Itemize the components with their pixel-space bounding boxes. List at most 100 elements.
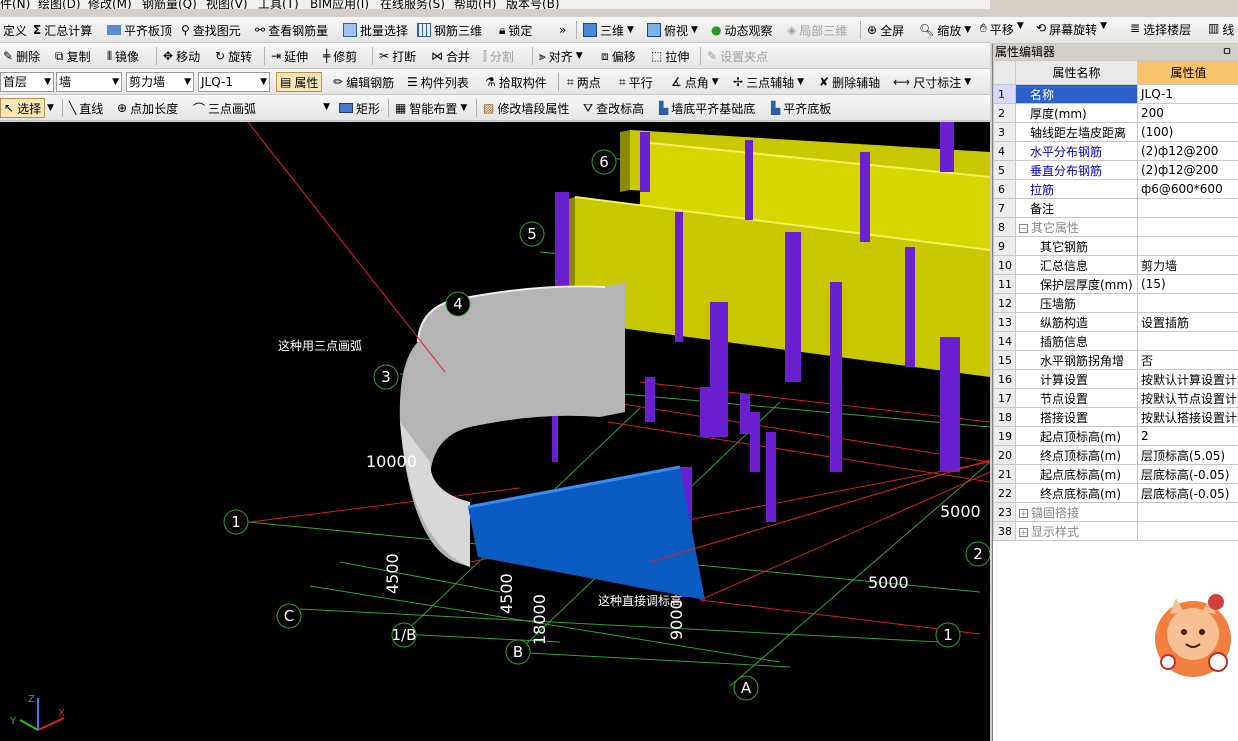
copy-button[interactable]: ⧉ 复制 — [52, 46, 94, 66]
three-point-arc-button[interactable]: ⌒ 三点画弧 — [190, 98, 259, 118]
property-row[interactable]: 13 纵筋构造 设置插筋 — [993, 312, 1238, 332]
line-button[interactable]: ╲ 直线 — [66, 98, 106, 118]
delete-button[interactable]: ✎ 删除 — [0, 46, 43, 66]
mascot-icon[interactable] — [1148, 584, 1238, 684]
three-point-axis-button[interactable]: ✢ 三点辅轴 ▼ — [730, 72, 807, 92]
dynamic-observe-button[interactable]: ● 动态观察 — [708, 20, 776, 40]
property-row[interactable]: 12 压墙筋 — [993, 293, 1238, 313]
rect-button[interactable]: 矩形 — [336, 98, 383, 118]
parallel-button[interactable]: ⌗ 平行 — [616, 72, 656, 92]
delete-axis-button[interactable]: ✘ 删除辅轴 — [816, 72, 883, 92]
align-button[interactable]: ⫸ 对齐 ▼ — [536, 46, 586, 66]
offset-button[interactable]: ⧈ 偏移 — [598, 46, 639, 66]
wall-bottom-flush-button[interactable]: ▙ 墙底平齐基础底 — [656, 98, 758, 118]
property-row[interactable]: 8− 其它属性 — [993, 217, 1238, 237]
property-row[interactable]: 15 水平钢筋拐角增否 — [993, 350, 1238, 370]
flush-slab-bottom-button[interactable]: ▙ 平齐底板 — [768, 98, 834, 118]
property-row[interactable]: 9 其它钢筋 — [993, 236, 1238, 256]
property-row[interactable]: 7 备注 — [993, 198, 1238, 218]
rotate-button[interactable]: ↻ 旋转 — [212, 46, 255, 66]
set-pivot-button[interactable]: ✎ 设置夹点 — [704, 46, 771, 66]
property-row[interactable]: 17节点设置按默认节点设置计算 — [993, 388, 1238, 408]
property-row[interactable]: 22 终点底标高(m) 层底标高(-0.05) — [993, 483, 1238, 503]
trim-button[interactable]: ╪ 修剪 — [320, 46, 360, 66]
stretch-button[interactable]: ⬚ 拉伸 — [648, 46, 692, 66]
menu-view[interactable]: 视图(V) — [206, 0, 248, 9]
3d-viewport[interactable]: 1 2 3 4 5 6 A B C 1/B 1 10000 4500 4500 … — [0, 122, 990, 741]
pick-component-button[interactable]: ⚗ 拾取构件 — [482, 72, 550, 92]
property-row[interactable]: 38 + 显示样式 — [993, 521, 1238, 541]
point-length-button[interactable]: ⊕ 点加长度 — [114, 98, 181, 118]
floor-select[interactable]: 首层 ▼ — [0, 72, 54, 92]
dimension-button[interactable]: ⟷ 尺寸标注 ▼ — [890, 72, 974, 92]
component-list-button[interactable]: ☰ 构件列表 — [404, 72, 472, 92]
screen-rotate-button[interactable]: ⟲ 屏幕旋转 ▼ — [1036, 21, 1107, 38]
view-rebar-button[interactable]: ⚯ 查看钢筋量 — [252, 20, 331, 40]
select-dropdown[interactable]: ▼ — [44, 98, 57, 118]
expand-icon[interactable]: + — [1019, 527, 1028, 537]
menu-version[interactable]: 版本号(B) — [506, 0, 560, 9]
menu-rebar[interactable]: 钢筋量(Q) — [142, 0, 197, 9]
lock-button[interactable]: 🔒︎ 锁定 — [496, 20, 535, 40]
sum-calc-button[interactable]: Σ 汇总计算 — [30, 20, 95, 40]
property-row[interactable]: 11 保护层厚度(mm) (15) — [993, 274, 1238, 294]
property-row[interactable]: 23 + 锚固搭接 — [993, 502, 1238, 522]
break-button[interactable]: ✂ 打断 — [376, 46, 419, 66]
split-button[interactable]: ⫿ 分割 — [480, 46, 517, 66]
smart-layout-button[interactable]: ▦ 智能布置 ▼ — [392, 98, 470, 118]
zoom-button[interactable]: 🔍︎ 缩放 ▼ — [916, 20, 974, 40]
expand-icon[interactable]: + — [1019, 508, 1028, 518]
property-row[interactable]: 21 起点底标高(m) 层底标高(-0.05) — [993, 464, 1238, 484]
check-elevation-button[interactable]: ⛛ 查改标高 — [580, 98, 647, 118]
menu-tools[interactable]: 工具(T) — [258, 0, 299, 9]
pan-button[interactable]: ✋︎ 平移 ▼ — [980, 21, 1024, 38]
merge-button[interactable]: ⋈ 合并 — [428, 46, 473, 66]
menu-modify[interactable]: 修改(M) — [88, 0, 132, 9]
top-view-button[interactable]: 俯视 ▼ — [644, 20, 701, 40]
property-row[interactable]: 6 拉筋 ф6@600*600 — [993, 179, 1238, 199]
properties-button[interactable]: ▤ 属性 — [276, 72, 323, 92]
select-floor-button[interactable]: ≣ 选择楼层 — [1130, 21, 1191, 38]
property-row[interactable]: 5 垂直分布钢筋 (2)ф12@200 — [993, 160, 1238, 180]
find-element-button[interactable]: ⚲ 查找图元 — [178, 20, 244, 40]
property-row[interactable]: 2 厚度(mm) 200 — [993, 103, 1238, 123]
category-select[interactable]: 墙 ▼ — [56, 72, 122, 92]
rebar-3d-button[interactable]: 钢筋三维 — [414, 20, 485, 40]
more-chevron-icon[interactable]: » — [556, 20, 569, 40]
menu-help[interactable]: 帮助(H) — [454, 0, 496, 9]
property-row[interactable]: 19 起点顶标高(m) 2 — [993, 426, 1238, 446]
menu-file[interactable]: 件(N) — [0, 0, 30, 9]
property-row[interactable]: 16计算设置按默认计算设置计算 — [993, 369, 1238, 389]
property-row[interactable]: 10 汇总信息 剪力墙 — [993, 255, 1238, 275]
collapse-icon[interactable]: − — [1019, 223, 1028, 233]
line-mode-button[interactable]: ▥ 线 — [1208, 21, 1234, 38]
type-select[interactable]: 剪力墙 ▼ — [126, 72, 194, 92]
mirror-button[interactable]: ⫴ 镜像 — [104, 46, 142, 66]
model-canvas[interactable]: 1 2 3 4 5 6 A B C 1/B 1 10000 4500 4500 … — [0, 122, 990, 741]
extend-button[interactable]: ⇥ 延伸 — [268, 46, 311, 66]
property-row[interactable]: 3 轴线距左墙皮距离 (100) — [993, 122, 1238, 142]
modify-wall-segment-button[interactable]: ▨ 修改墙段属性 — [480, 98, 572, 118]
edit-rebar-button[interactable]: ✏ 编辑钢筋 — [330, 72, 397, 92]
menu-draw[interactable]: 绘图(D) — [38, 0, 81, 9]
property-row[interactable]: 18搭接设置按默认搭接设置计算 — [993, 407, 1238, 427]
menu-online[interactable]: 在线服务(S) — [380, 0, 445, 9]
batch-select-button[interactable]: 批量选择 — [340, 20, 411, 40]
property-row[interactable]: 1 名称 JLQ-1 — [993, 84, 1238, 104]
flush-slab-button[interactable]: 平齐板顶 — [104, 20, 175, 40]
property-row[interactable]: 4 水平分布钢筋 (2)ф12@200 — [993, 141, 1238, 161]
pin-icon[interactable]: ㅁ — [1222, 44, 1232, 60]
component-name-select[interactable]: JLQ-1 ▼ — [198, 72, 270, 92]
define-button[interactable]: 定义 — [0, 20, 30, 40]
local-3d-button[interactable]: ◈ 局部三维 — [784, 20, 850, 40]
two-points-button[interactable]: ⌗ 两点 — [564, 72, 604, 92]
property-row[interactable]: 14 插筋信息 — [993, 331, 1238, 351]
select-button[interactable]: ↖ 选择 — [0, 98, 46, 118]
point-angle-button[interactable]: ∡ 点角 ▼ — [668, 72, 722, 92]
full-screen-button[interactable]: ⊕ 全屏 — [864, 20, 907, 40]
property-row[interactable]: 20 终点顶标高(m) 层顶标高(5.05) — [993, 445, 1238, 465]
arc-mode-select[interactable]: ▼ — [262, 98, 332, 118]
view-3d-button[interactable]: 三维 ▼ — [580, 20, 637, 40]
move-button[interactable]: ✥ 移动 — [160, 46, 203, 66]
menu-bim[interactable]: BIM应用(I) — [310, 0, 369, 9]
